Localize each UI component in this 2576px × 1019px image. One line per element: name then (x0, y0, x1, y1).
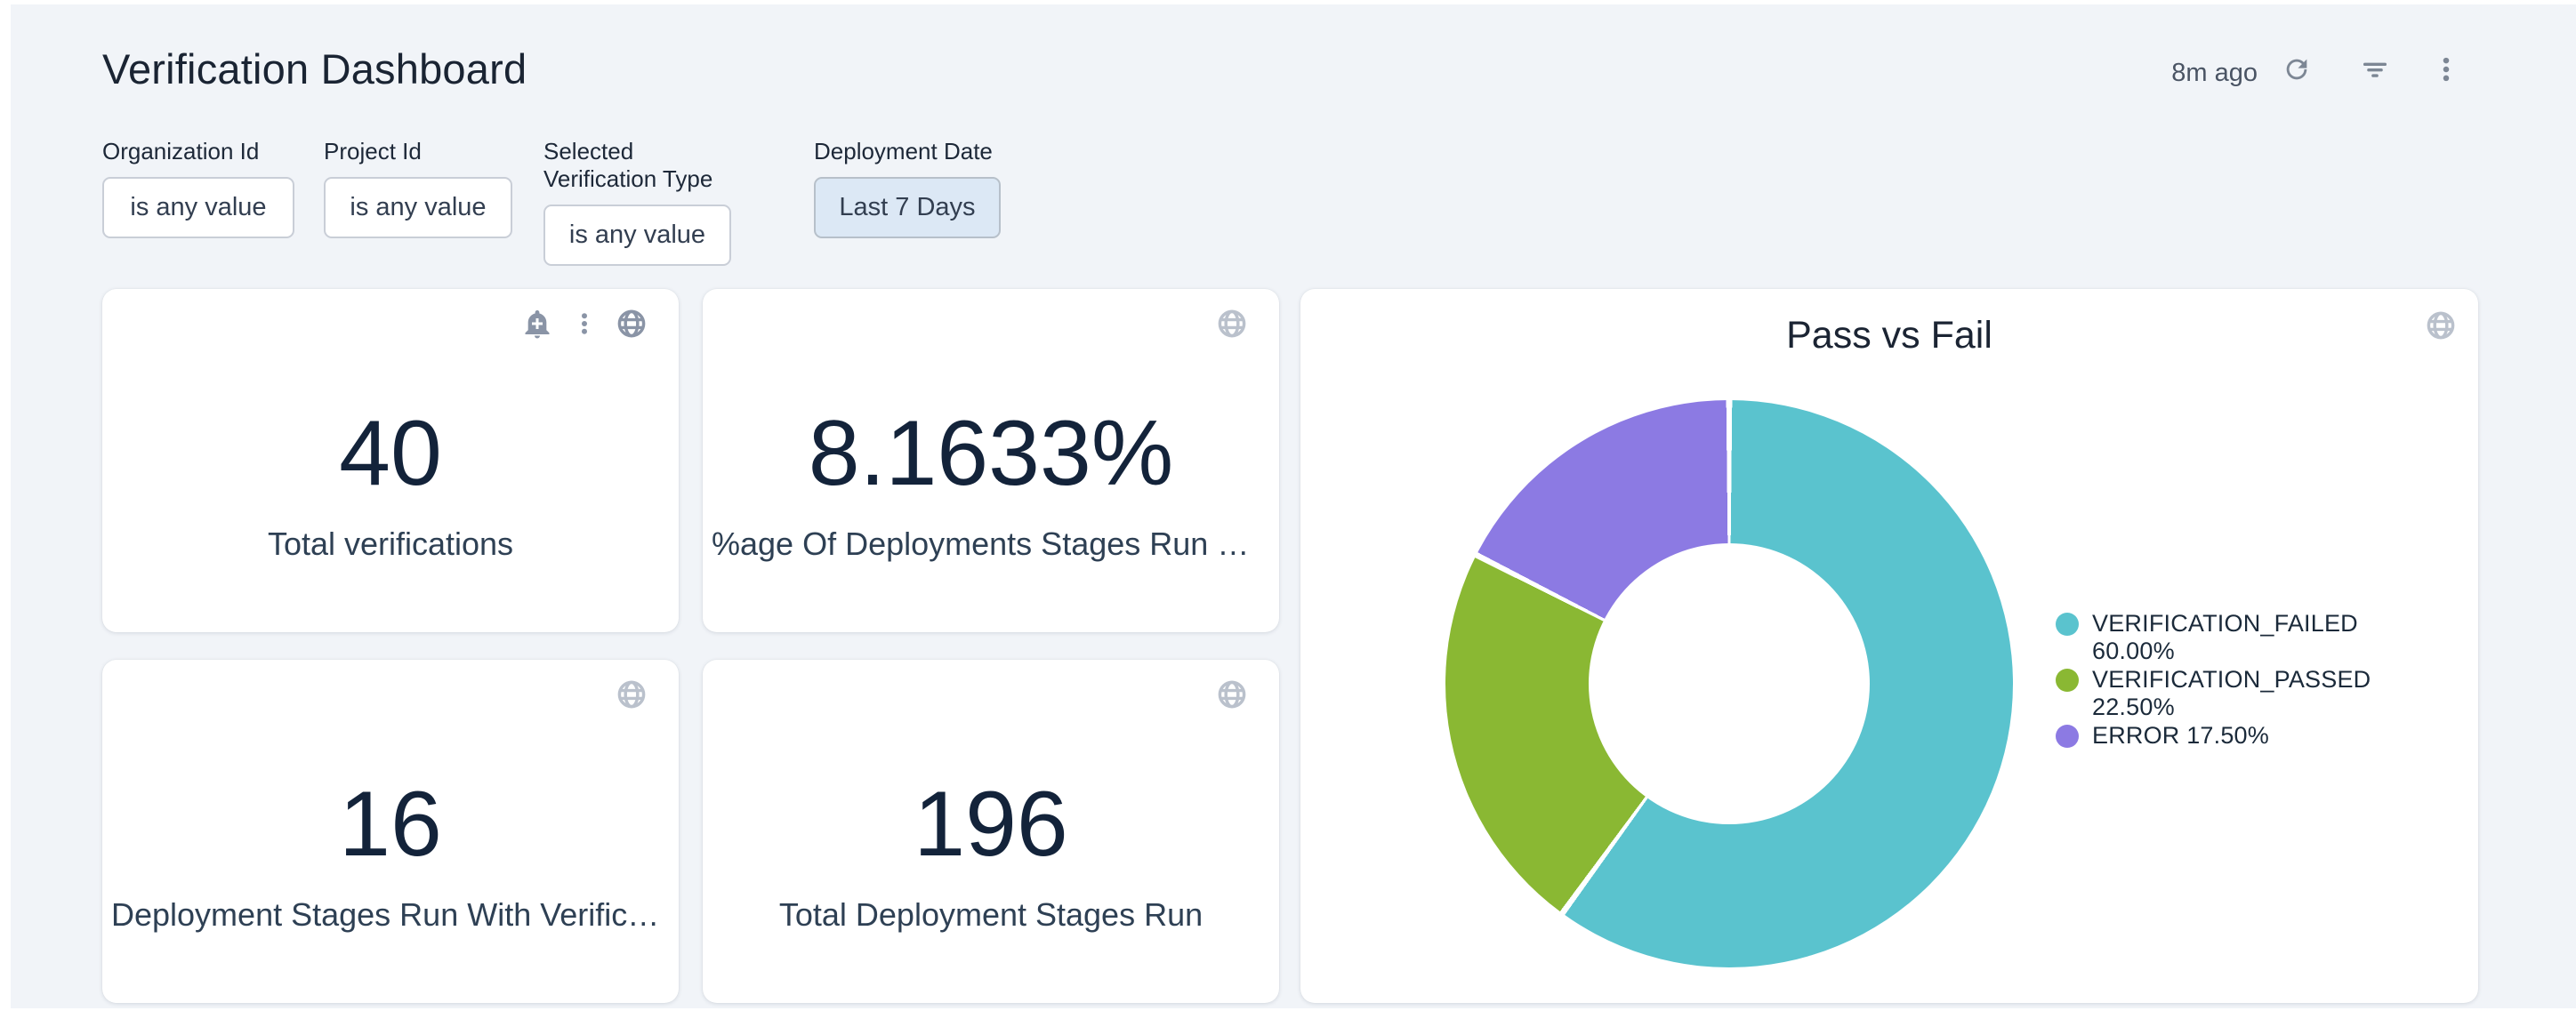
filter-icon[interactable] (2355, 50, 2395, 89)
kpi-label: Total verifications (102, 526, 679, 563)
filter-group-deployment-date: Deployment Date Last 7 Days (814, 138, 1001, 238)
legend-label: VERIFICATION_PASSED (2092, 666, 2371, 694)
refresh-icon[interactable] (2277, 50, 2316, 89)
legend-text: ERROR 17.50% (2092, 722, 2269, 750)
kpi-value: 16 (102, 776, 679, 872)
kpi-value: 40 (102, 405, 679, 501)
kebab-menu-icon-glyph (571, 310, 598, 337)
legend-swatch (2056, 613, 2079, 636)
filter-label: Organization Id (102, 138, 294, 165)
kpi-label: Deployment Stages Run With Verification (102, 896, 679, 934)
filter-group-organization-id: Organization Id is any value (102, 138, 294, 238)
refresh-icon-glyph (2282, 54, 2312, 84)
globe-icon[interactable] (615, 307, 648, 341)
globe-icon-glyph (1215, 307, 1249, 341)
dashboard-page: Verification Dashboard 8m ago Organizati… (0, 0, 2576, 1019)
legend-text: VERIFICATION_PASSED 22.50% (2092, 666, 2371, 721)
filter-group-verification-type: Selected Verification Type is any value (543, 138, 731, 266)
donut-hole (1589, 543, 1870, 824)
legend-percent: 22.50% (2092, 694, 2371, 721)
globe-icon-glyph (615, 307, 648, 341)
legend-item-error[interactable]: ERROR 17.50% (2056, 722, 2322, 750)
filter-value-deployment-date[interactable]: Last 7 Days (814, 177, 1001, 238)
legend-text: VERIFICATION_FAILED 60.00% (2092, 610, 2358, 665)
filter-group-project-id: Project Id is any value (324, 138, 512, 238)
more-vert-icon-glyph (2431, 54, 2461, 84)
globe-icon-glyph (2424, 309, 2458, 342)
globe-icon[interactable] (1215, 307, 1249, 341)
legend-swatch (2056, 725, 2079, 748)
card-icon-row (520, 307, 648, 341)
kpi-card-stages-run-with-verification: 16 Deployment Stages Run With Verificati… (102, 660, 679, 1003)
legend-percent: 60.00% (2092, 638, 2358, 665)
more-vert-icon[interactable] (2427, 50, 2466, 89)
legend-label: ERROR 17.50% (2092, 722, 2269, 750)
kpi-value: 8.1633% (703, 405, 1279, 501)
alert-bell-plus-icon-glyph (521, 308, 553, 340)
filter-icon-glyph (2360, 54, 2390, 84)
legend-label: VERIFICATION_FAILED (2092, 610, 2358, 638)
filter-value-verification-type[interactable]: is any value (543, 205, 731, 266)
legend-item-verification-passed[interactable]: VERIFICATION_PASSED 22.50% (2056, 666, 2322, 721)
alert-bell-plus-icon[interactable] (520, 307, 554, 341)
kpi-card-total-verifications: 40 Total verifications (102, 289, 679, 632)
globe-icon-glyph (1215, 678, 1249, 711)
last-refresh-timestamp: 8m ago (2171, 59, 2258, 88)
kebab-menu-icon[interactable] (568, 307, 601, 341)
donut-chart[interactable] (1445, 400, 2013, 967)
chart-title: Pass vs Fail (1300, 314, 2478, 357)
filter-label: Project Id (324, 138, 512, 165)
globe-icon-glyph (615, 678, 648, 711)
globe-icon[interactable] (1215, 678, 1249, 711)
filter-label: Deployment Date (814, 138, 1001, 165)
legend-swatch (2056, 669, 2079, 692)
globe-icon[interactable] (615, 678, 648, 711)
filter-value-project-id[interactable]: is any value (324, 177, 512, 238)
chart-card-pass-vs-fail: Pass vs Fail VERIFICATION_FAILED 60.00% … (1300, 289, 2478, 1003)
filter-value-organization-id[interactable]: is any value (102, 177, 294, 238)
kpi-value: 196 (703, 776, 1279, 872)
kpi-card-total-stages-run: 196 Total Deployment Stages Run (703, 660, 1279, 1003)
page-title: Verification Dashboard (102, 44, 527, 93)
chart-legend: VERIFICATION_FAILED 60.00% VERIFICATION_… (2056, 610, 2322, 750)
kpi-label: %age Of Deployments Stages Run With V… (703, 526, 1279, 563)
globe-icon[interactable] (2424, 309, 2458, 342)
legend-item-verification-failed[interactable]: VERIFICATION_FAILED 60.00% (2056, 610, 2322, 665)
kpi-card-pct-stages-with-verification: 8.1633% %age Of Deployments Stages Run W… (703, 289, 1279, 632)
kpi-label: Total Deployment Stages Run (703, 896, 1279, 934)
filter-label: Selected Verification Type (543, 138, 731, 193)
